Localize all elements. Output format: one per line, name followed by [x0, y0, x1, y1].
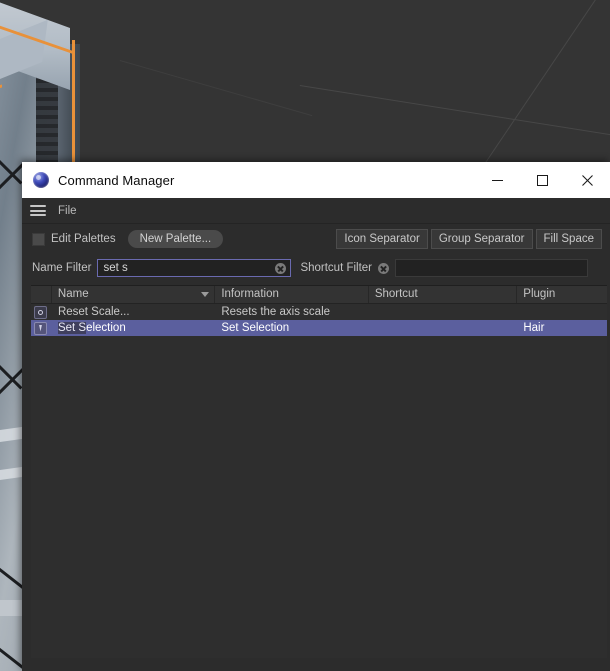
table-header-row: Name Information Shortcut Plugin — [31, 286, 607, 304]
column-header-name-label: Name — [57, 288, 89, 300]
row-plugin: Hair — [523, 322, 545, 334]
table-row[interactable]: Set Selection Set Selection Hair — [31, 320, 607, 336]
close-button[interactable] — [565, 162, 610, 198]
menu-item-file[interactable]: File — [58, 205, 77, 217]
row-name: Reset Scale... — [57, 306, 130, 318]
shortcut-filter-input[interactable] — [395, 259, 589, 277]
dialog-titlebar[interactable]: Command Manager — [22, 162, 610, 198]
shortcut-filter-clear-icon[interactable] — [378, 262, 390, 274]
table-empty-area[interactable] — [31, 336, 607, 658]
viewport-grid-line — [480, 0, 610, 171]
toolbar-right-buttons: Icon Separator Group Separator Fill Spac… — [336, 229, 602, 249]
table-row[interactable]: Reset Scale... Resets the axis scale — [31, 304, 607, 320]
maximize-button[interactable] — [520, 162, 565, 198]
row-information: Set Selection — [221, 322, 290, 334]
row-icon-cell — [31, 304, 52, 320]
viewport-grid-line — [119, 60, 313, 117]
name-filter-label: Name Filter — [32, 262, 92, 274]
reset-scale-icon — [34, 305, 47, 319]
cinema4d-logo-icon — [33, 172, 49, 188]
row-name-match: Set S — [57, 322, 87, 334]
column-header-name[interactable]: Name — [52, 286, 216, 303]
column-header-icon[interactable] — [31, 286, 52, 303]
sort-descending-icon — [201, 292, 210, 297]
name-filter-input[interactable] — [97, 259, 292, 277]
row-shortcut — [369, 304, 517, 320]
name-filter-clear-icon[interactable] — [275, 262, 287, 274]
edit-palettes-label: Edit Palettes — [51, 233, 116, 245]
hamburger-menu-icon[interactable] — [30, 205, 46, 216]
new-palette-button[interactable]: New Palette... — [127, 230, 224, 248]
edit-palettes-checkbox[interactable] — [32, 232, 45, 246]
commands-table: Name Information Shortcut Plugin Reset S… — [31, 285, 607, 658]
dialog-title: Command Manager — [58, 172, 175, 188]
shortcut-filter-label: Shortcut Filter — [300, 262, 373, 274]
row-name: Set Selection — [52, 320, 215, 336]
group-separator-button[interactable]: Group Separator — [430, 229, 533, 249]
column-header-shortcut[interactable]: Shortcut — [369, 286, 518, 303]
row-shortcut — [369, 320, 517, 336]
set-selection-icon — [34, 321, 47, 335]
window-controls — [475, 162, 610, 198]
minimize-button[interactable] — [475, 162, 520, 198]
filter-bar: Name Filter Shortcut Filter — [22, 254, 610, 282]
row-name-rest: election — [86, 322, 126, 334]
column-header-information[interactable]: Information — [215, 286, 369, 303]
dialog-menubar: File — [22, 198, 610, 224]
command-manager-dialog: Command Manager File Edit Palettes New P… — [22, 162, 610, 671]
row-information: Resets the axis scale — [221, 306, 331, 318]
row-plugin — [517, 304, 607, 320]
fill-space-button[interactable]: Fill Space — [535, 229, 602, 249]
row-icon-cell — [31, 320, 52, 336]
column-header-plugin[interactable]: Plugin — [517, 286, 607, 303]
icon-separator-button[interactable]: Icon Separator — [336, 229, 428, 249]
viewport-grid-line — [299, 85, 610, 168]
dialog-toolbar: Edit Palettes New Palette... Icon Separa… — [22, 224, 610, 254]
name-filter-wrapper — [97, 259, 292, 277]
